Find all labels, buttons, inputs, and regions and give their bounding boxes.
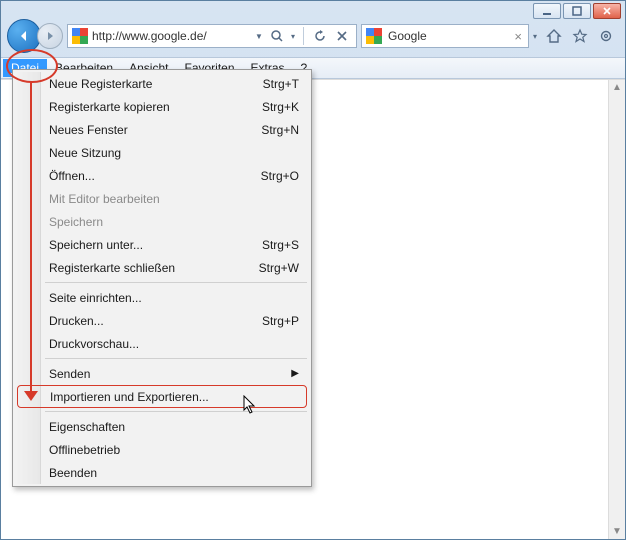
menu-item-shortcut: Strg+P (262, 314, 299, 328)
menu-item-registerkarte-schlie-en[interactable]: Registerkarte schließenStrg+W (15, 256, 309, 279)
menu-item-label: Speichern unter... (49, 238, 262, 252)
tab-close-icon[interactable]: × (508, 29, 528, 44)
menu-item-shortcut: Strg+T (263, 77, 299, 91)
menu-item-label: Mit Editor bearbeiten (49, 192, 299, 206)
menu-item-offlinebetrieb[interactable]: Offlinebetrieb (15, 438, 309, 461)
address-bar: ▼ ▾ (67, 24, 357, 48)
menu-item-druckvorschau[interactable]: Druckvorschau... (15, 332, 309, 355)
tab-title: Google (386, 29, 508, 43)
google-favicon-icon (72, 28, 88, 44)
refresh-icon[interactable] (312, 28, 328, 44)
menu-item-shortcut: Strg+O (261, 169, 299, 183)
menu-item-label: Eigenschaften (49, 420, 299, 434)
tools-gear-icon[interactable] (597, 27, 615, 45)
menu-item-registerkarte-kopieren[interactable]: Registerkarte kopierenStrg+K (15, 95, 309, 118)
menu-item-label: Drucken... (49, 314, 262, 328)
menu-item-shortcut: Strg+W (259, 261, 299, 275)
back-button[interactable] (7, 19, 41, 53)
file-menu-dropdown: Neue RegisterkarteStrg+TRegisterkarte ko… (12, 69, 312, 487)
menu-item-label: Neues Fenster (49, 123, 261, 137)
menu-item-neue-registerkarte[interactable]: Neue RegisterkarteStrg+T (15, 72, 309, 95)
menu-item-label: Beenden (49, 466, 299, 480)
menu-separator (45, 411, 307, 412)
scroll-up-icon[interactable]: ▲ (612, 82, 622, 93)
menu-item-speichern[interactable]: Speichern (15, 210, 309, 233)
menu-item-neue-sitzung[interactable]: Neue Sitzung (15, 141, 309, 164)
menu-item-label: Registerkarte kopieren (49, 100, 262, 114)
address-bar-controls: ▼ ▾ (249, 27, 356, 45)
browser-tab[interactable]: Google × (361, 24, 529, 48)
scroll-down-icon[interactable]: ▼ (612, 526, 622, 537)
menu-separator (45, 282, 307, 283)
url-dropdown-icon[interactable]: ▼ (255, 32, 263, 41)
menu-item-beenden[interactable]: Beenden (15, 461, 309, 484)
nav-row: ▼ ▾ Google × ▾ (1, 17, 625, 57)
forward-button[interactable] (37, 23, 63, 49)
menu-item-label: Offlinebetrieb (49, 443, 299, 457)
vertical-scrollbar[interactable]: ▲ ▼ (608, 80, 625, 539)
menu-separator (45, 358, 307, 359)
menu-item-drucken[interactable]: Drucken...Strg+P (15, 309, 309, 332)
menu-item-label: Neue Sitzung (49, 146, 299, 160)
menu-item-shortcut: Strg+K (262, 100, 299, 114)
search-dropdown-icon[interactable]: ▾ (291, 32, 295, 41)
menu-item-label: Registerkarte schließen (49, 261, 259, 275)
menu-item-seite-einrichten[interactable]: Seite einrichten... (15, 286, 309, 309)
back-forward-group (7, 19, 63, 53)
menu-item-speichern-unter[interactable]: Speichern unter...Strg+S (15, 233, 309, 256)
menu-item-label: Öffnen... (49, 169, 261, 183)
menu-item-label: Seite einrichten... (49, 291, 299, 305)
home-icon[interactable] (545, 27, 563, 45)
menu-item-shortcut: Strg+N (261, 123, 299, 137)
menu-item-mit-editor-bearbeiten[interactable]: Mit Editor bearbeiten (15, 187, 309, 210)
menu-item-ffnen[interactable]: Öffnen...Strg+O (15, 164, 309, 187)
menu-item-label: Speichern (49, 215, 299, 229)
search-icon[interactable] (269, 28, 285, 44)
stop-icon[interactable] (334, 28, 350, 44)
menu-item-label: Senden (49, 367, 285, 381)
titlebar (1, 1, 625, 17)
browser-window: ▼ ▾ Google × ▾ (0, 0, 626, 540)
menu-item-label: Importieren und Exportieren... (50, 390, 298, 404)
menu-item-neues-fenster[interactable]: Neues FensterStrg+N (15, 118, 309, 141)
google-favicon-icon (366, 28, 382, 44)
menu-item-senden[interactable]: Senden ▶ (15, 362, 309, 385)
favorites-star-icon[interactable] (571, 27, 589, 45)
menu-item-shortcut: Strg+S (262, 238, 299, 252)
menu-item-eigenschaften[interactable]: Eigenschaften (15, 415, 309, 438)
menu-item-label: Neue Registerkarte (49, 77, 263, 91)
menu-item-importieren-und-exportieren[interactable]: Importieren und Exportieren... (17, 385, 307, 408)
url-input[interactable] (92, 26, 249, 46)
tab-list-dropdown-icon[interactable]: ▾ (533, 32, 537, 41)
menu-item-label: Druckvorschau... (49, 337, 299, 351)
chrome-controls (541, 27, 619, 45)
submenu-arrow-icon: ▶ (291, 368, 299, 379)
